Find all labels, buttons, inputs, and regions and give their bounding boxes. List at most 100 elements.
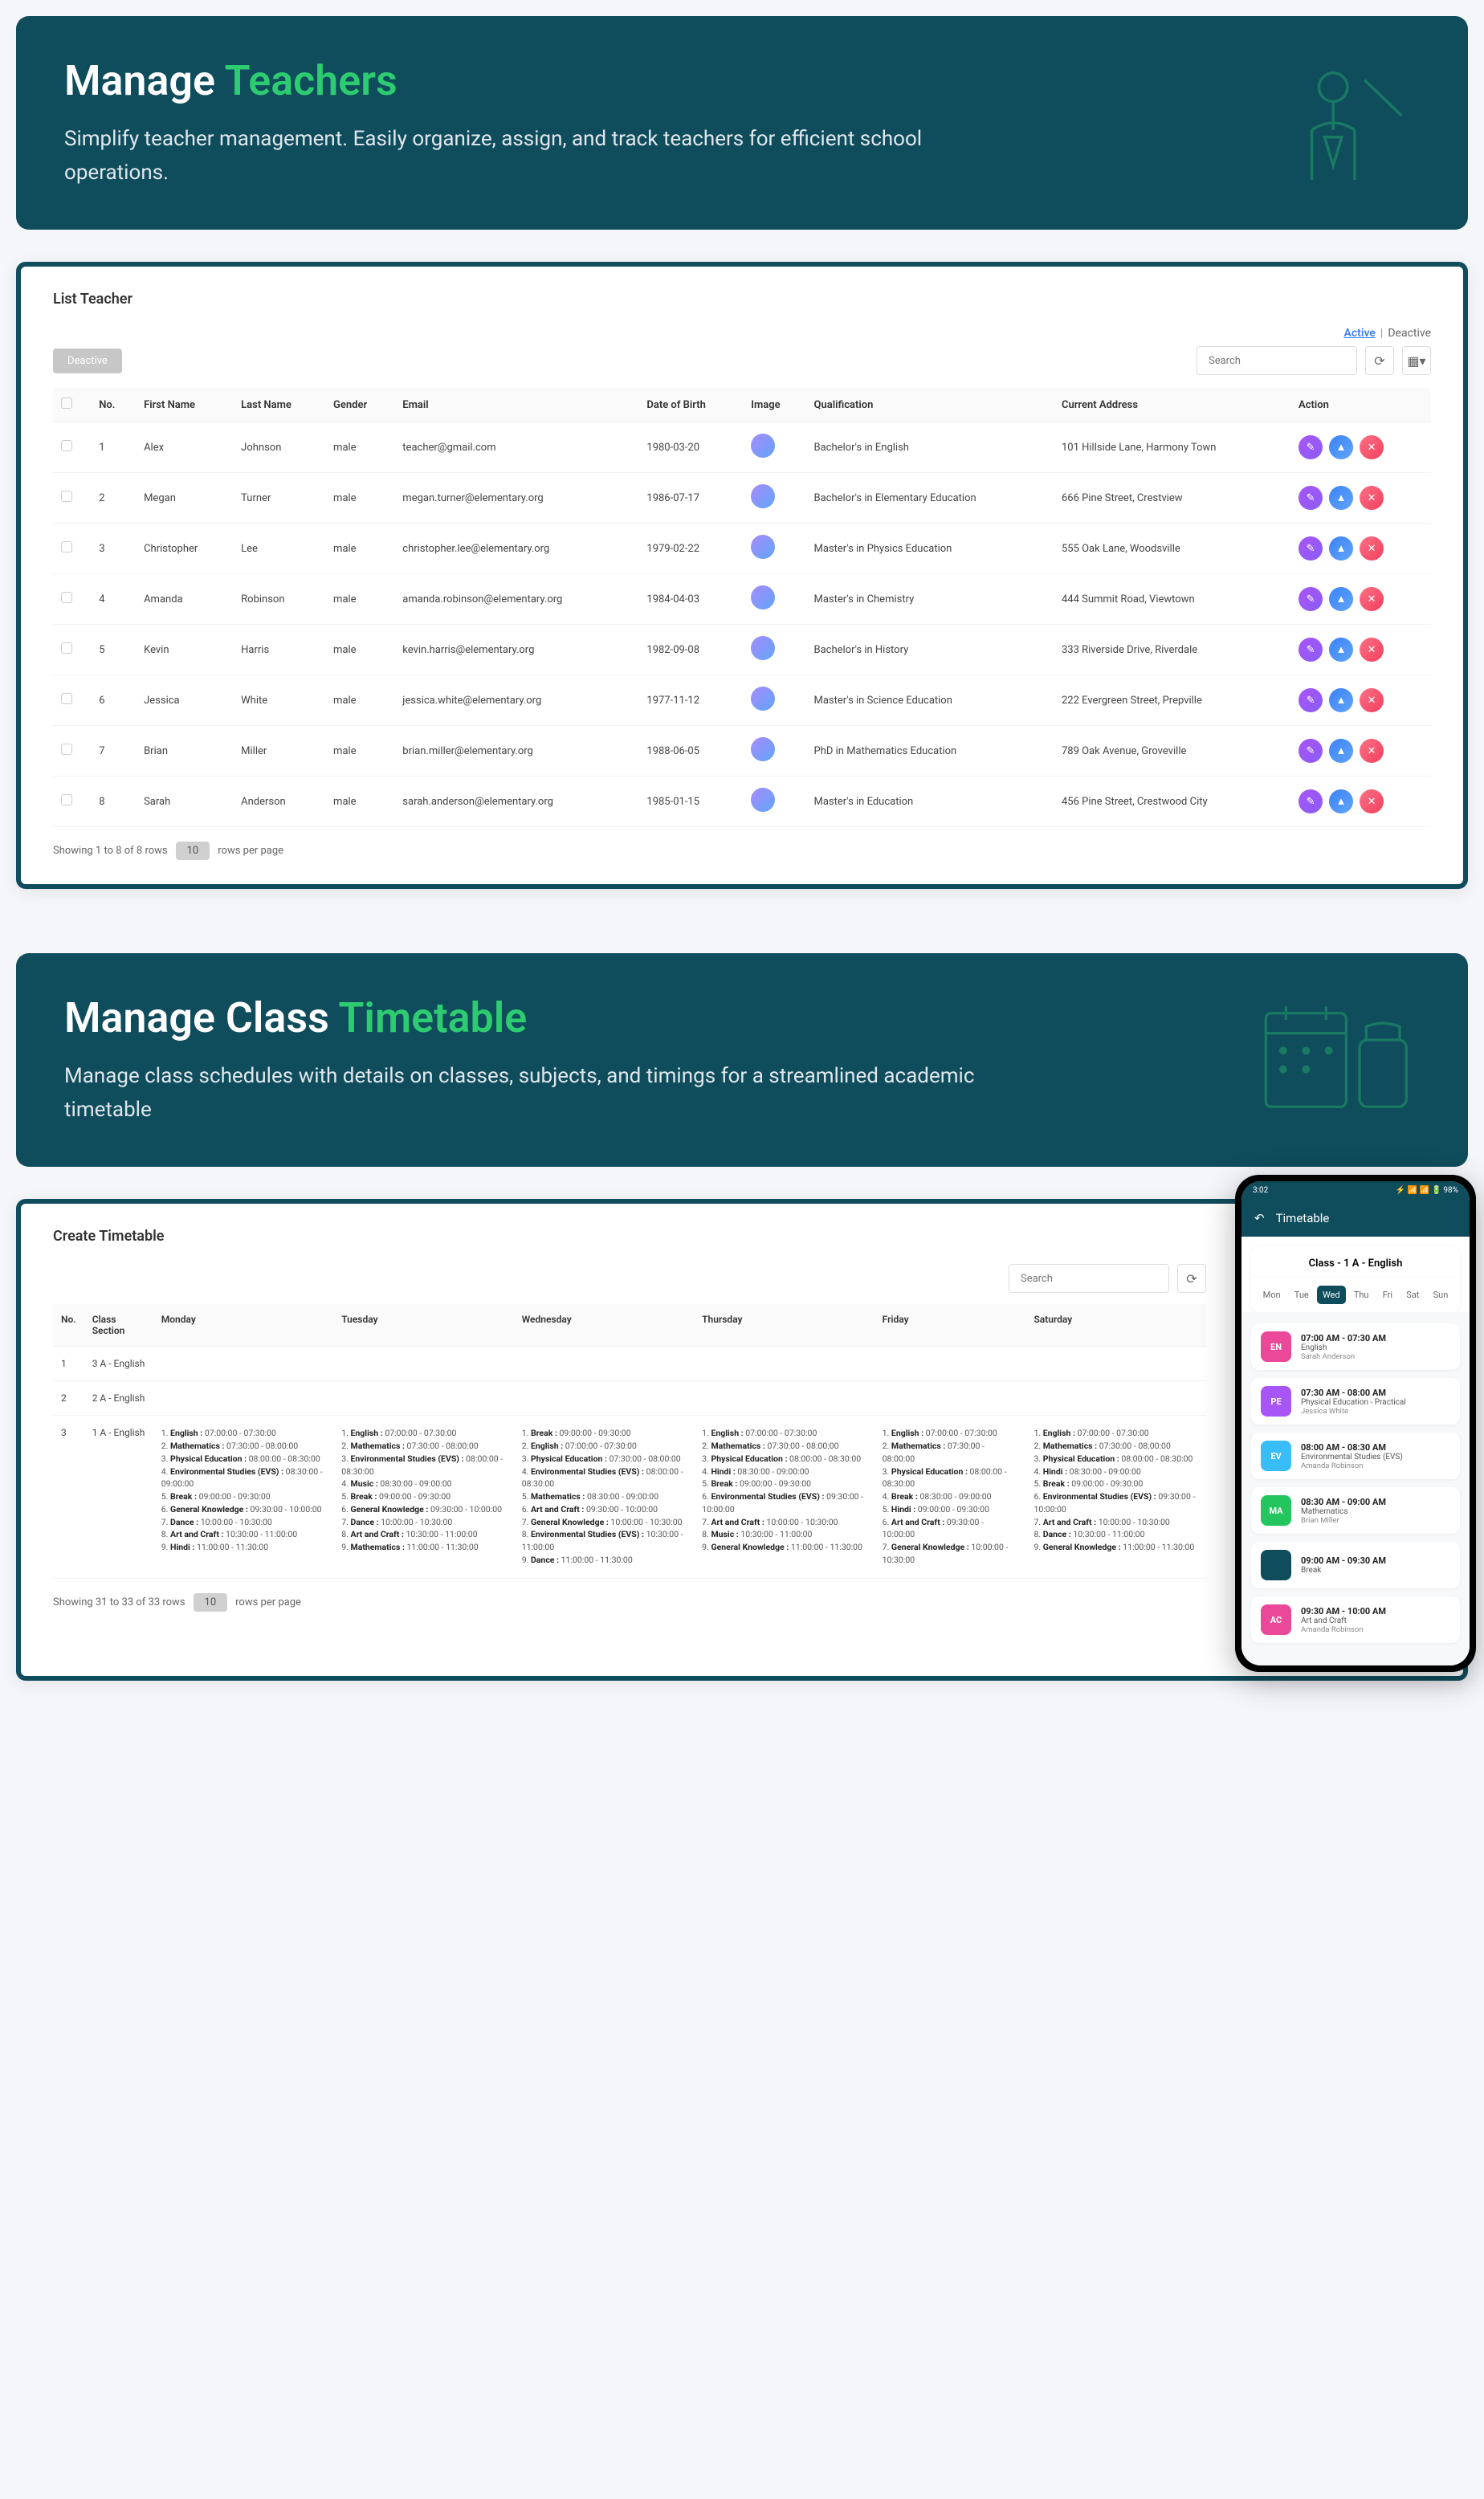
timetable-slot[interactable]: PE 07:30 AM - 08:00 AMPhysical Education… bbox=[1251, 1378, 1460, 1425]
view-button[interactable]: ▲ bbox=[1329, 536, 1353, 561]
delete-button[interactable]: ✕ bbox=[1360, 789, 1384, 813]
delete-button[interactable]: ✕ bbox=[1360, 739, 1384, 763]
col-header: Class Section bbox=[84, 1304, 153, 1347]
select-all-checkbox[interactable] bbox=[61, 397, 72, 409]
rows-per-page[interactable]: 10 bbox=[176, 842, 210, 860]
avatar bbox=[751, 788, 775, 812]
row-checkbox[interactable] bbox=[61, 794, 72, 805]
subject-icon: PE bbox=[1261, 1386, 1291, 1417]
row-checkbox[interactable] bbox=[61, 491, 72, 502]
deactive-button[interactable]: Deactive bbox=[53, 349, 122, 373]
col-header: Gender bbox=[325, 388, 394, 422]
col-header: Email bbox=[394, 388, 638, 422]
col-header: Current Address bbox=[1054, 388, 1290, 422]
phone-mockup: 3:02⚡ 📶 📶 🔋 98% ↶ Timetable Class - 1 A … bbox=[1235, 1175, 1476, 1672]
day-tab[interactable]: Sun bbox=[1428, 1286, 1454, 1304]
avatar bbox=[751, 585, 775, 609]
timetable-slot[interactable]: MA 08:30 AM - 09:00 AMMathematicsBrian M… bbox=[1251, 1487, 1460, 1534]
table-row: 5KevinHarrismale kevin.harris@elementary… bbox=[53, 625, 1431, 675]
row-checkbox[interactable] bbox=[61, 744, 72, 755]
delete-button[interactable]: ✕ bbox=[1360, 435, 1384, 459]
delete-button[interactable]: ✕ bbox=[1360, 587, 1384, 611]
hero-timetable: Manage Class Timetable Manage class sche… bbox=[16, 953, 1468, 1167]
edit-button[interactable]: ✎ bbox=[1298, 688, 1323, 712]
edit-button[interactable]: ✎ bbox=[1298, 789, 1323, 813]
day-tab[interactable]: Mon bbox=[1258, 1286, 1286, 1304]
columns-icon[interactable]: ▦▾ bbox=[1402, 346, 1431, 375]
tab-active[interactable]: Active bbox=[1343, 327, 1375, 340]
edit-button[interactable]: ✎ bbox=[1298, 536, 1323, 561]
subject-icon bbox=[1261, 1550, 1291, 1580]
view-button[interactable]: ▲ bbox=[1329, 688, 1353, 712]
table-row: 3ChristopherLeemale christopher.lee@elem… bbox=[53, 524, 1431, 574]
delete-button[interactable]: ✕ bbox=[1360, 638, 1384, 662]
avatar bbox=[751, 687, 775, 711]
subject-icon: EV bbox=[1261, 1441, 1291, 1471]
timetable-slot[interactable]: AC 09:30 AM - 10:00 AMArt and CraftAmand… bbox=[1251, 1596, 1460, 1643]
subject-icon: MA bbox=[1261, 1495, 1291, 1526]
row-checkbox[interactable] bbox=[61, 642, 72, 654]
hero-desc: Manage class schedules with details on c… bbox=[64, 1060, 1013, 1127]
teacher-table: No.First NameLast NameGenderEmailDate of… bbox=[53, 388, 1431, 827]
edit-button[interactable]: ✎ bbox=[1298, 587, 1323, 611]
view-button[interactable]: ▲ bbox=[1329, 587, 1353, 611]
edit-button[interactable]: ✎ bbox=[1298, 486, 1323, 510]
back-icon[interactable]: ↶ bbox=[1254, 1211, 1265, 1225]
edit-button[interactable]: ✎ bbox=[1298, 435, 1323, 459]
subject-icon: AC bbox=[1261, 1604, 1291, 1635]
day-tab[interactable]: Wed bbox=[1317, 1286, 1346, 1304]
tab-deactive[interactable]: Deactive bbox=[1388, 327, 1431, 340]
phone-slots: EN 07:00 AM - 07:30 AMEnglishSarah Ander… bbox=[1241, 1312, 1470, 1665]
row-checkbox[interactable] bbox=[61, 440, 72, 451]
day-tab[interactable]: Sat bbox=[1400, 1286, 1425, 1304]
row-checkbox[interactable] bbox=[61, 693, 72, 704]
delete-button[interactable]: ✕ bbox=[1360, 688, 1384, 712]
day-tab[interactable]: Tue bbox=[1289, 1286, 1315, 1304]
col-header: Date of Birth bbox=[638, 388, 743, 422]
table-row: 8SarahAndersonmale sarah.anderson@elemen… bbox=[53, 777, 1431, 827]
table-row: 2MeganTurnermale megan.turner@elementary… bbox=[53, 473, 1431, 524]
table-row: 1AlexJohnsonmale teacher@gmail.com1980-0… bbox=[53, 422, 1431, 473]
delete-button[interactable]: ✕ bbox=[1360, 536, 1384, 561]
hero-desc: Simplify teacher management. Easily orga… bbox=[64, 123, 1013, 190]
day-tab[interactable]: Fri bbox=[1377, 1286, 1398, 1304]
phone-day-tabs: MonTueWedThuFriSatSun bbox=[1251, 1278, 1460, 1312]
table-row: 6JessicaWhitemale jessica.white@elementa… bbox=[53, 675, 1431, 726]
search-input[interactable] bbox=[1009, 1264, 1169, 1293]
avatar bbox=[751, 737, 775, 761]
subject-icon: EN bbox=[1261, 1331, 1291, 1362]
col-header: First Name bbox=[136, 388, 233, 422]
rows-per-page[interactable]: 10 bbox=[194, 1593, 228, 1612]
refresh-icon[interactable]: ⟳ bbox=[1365, 346, 1394, 375]
delete-button[interactable]: ✕ bbox=[1360, 486, 1384, 510]
day-tab[interactable]: Thu bbox=[1348, 1286, 1375, 1304]
refresh-icon[interactable]: ⟳ bbox=[1177, 1264, 1206, 1293]
timetable-slot[interactable]: EN 07:00 AM - 07:30 AMEnglishSarah Ander… bbox=[1251, 1323, 1460, 1370]
edit-button[interactable]: ✎ bbox=[1298, 638, 1323, 662]
timetable-slot[interactable]: 09:00 AM - 09:30 AMBreak bbox=[1251, 1542, 1460, 1588]
avatar bbox=[751, 636, 775, 660]
view-button[interactable]: ▲ bbox=[1329, 486, 1353, 510]
table-row: 13 A - English bbox=[53, 1347, 1206, 1381]
card-title: Create Timetable bbox=[53, 1228, 1206, 1245]
edit-button[interactable]: ✎ bbox=[1298, 739, 1323, 763]
col-header: Last Name bbox=[233, 388, 325, 422]
table-row: 4AmandaRobinsonmale amanda.robinson@elem… bbox=[53, 574, 1431, 625]
view-button[interactable]: ▲ bbox=[1329, 739, 1353, 763]
search-input[interactable] bbox=[1197, 346, 1357, 375]
calendar-icon bbox=[1259, 1000, 1420, 1120]
hero-title: Manage Teachers bbox=[64, 56, 1420, 105]
row-checkbox[interactable] bbox=[61, 541, 72, 552]
teacher-icon bbox=[1275, 59, 1420, 187]
col-header: Image bbox=[743, 388, 805, 422]
view-button[interactable]: ▲ bbox=[1329, 435, 1353, 459]
table-row: 7BrianMillermale brian.miller@elementary… bbox=[53, 726, 1431, 777]
view-button[interactable]: ▲ bbox=[1329, 638, 1353, 662]
pager: Showing 1 to 8 of 8 rows 10 rows per pag… bbox=[53, 842, 1431, 860]
avatar bbox=[751, 535, 775, 559]
row-checkbox[interactable] bbox=[61, 592, 72, 603]
view-button[interactable]: ▲ bbox=[1329, 789, 1353, 813]
col-header: Friday bbox=[874, 1304, 1026, 1347]
timetable-slot[interactable]: EV 08:00 AM - 08:30 AMEnvironmental Stud… bbox=[1251, 1433, 1460, 1479]
col-header: Wednesday bbox=[514, 1304, 694, 1347]
